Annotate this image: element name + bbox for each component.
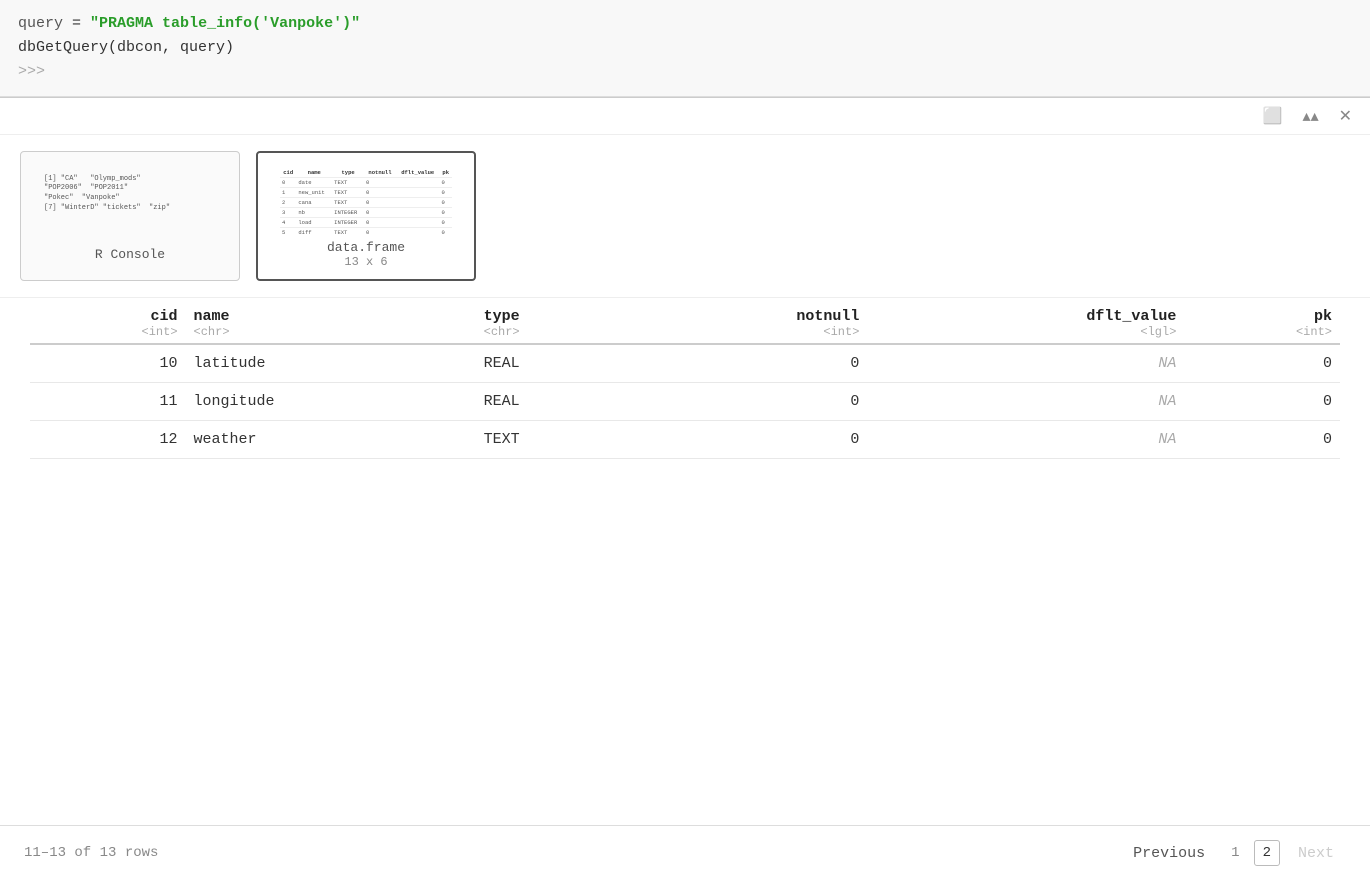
data-table-wrapper: cid <int> name <chr> type <chr> notnull … xyxy=(0,298,1370,825)
popout-button[interactable]: ⬜ xyxy=(1257,104,1289,128)
cell-type: TEXT xyxy=(476,421,632,459)
thumbnail-row: [1] "CA" "Olymp_mods" "POP2006" "POP2011… xyxy=(0,135,1370,298)
cell-pk: 0 xyxy=(1184,344,1340,383)
cell-cid: 12 xyxy=(30,421,186,459)
cell-name: weather xyxy=(186,421,476,459)
cell-dflt-value: NA xyxy=(867,344,1184,383)
thumbnail-dataframe[interactable]: cidnametypenotnulldflt_valuepk 0dateTEXT… xyxy=(256,151,476,281)
previous-button[interactable]: Previous xyxy=(1121,841,1217,866)
thumbnail-console-label: R Console xyxy=(95,247,165,262)
col-header-type: type <chr> xyxy=(476,298,632,344)
pagination-bar: 11–13 of 13 rows Previous 1 2 Next xyxy=(0,825,1370,880)
cell-cid: 11 xyxy=(30,383,186,421)
cell-notnull: 0 xyxy=(631,344,867,383)
cell-notnull: 0 xyxy=(631,421,867,459)
collapse-button[interactable]: ▴▴ xyxy=(1297,104,1325,128)
thumbnail-r-console[interactable]: [1] "CA" "Olymp_mods" "POP2006" "POP2011… xyxy=(20,151,240,281)
cell-cid: 10 xyxy=(30,344,186,383)
thumbnail-preview-console: [1] "CA" "Olymp_mods" "POP2006" "POP2011… xyxy=(40,171,220,241)
thumbnail-dataframe-sublabel: 13 x 6 xyxy=(344,255,387,269)
table-header-row: cid <int> name <chr> type <chr> notnull … xyxy=(30,298,1340,344)
cell-notnull: 0 xyxy=(631,383,867,421)
collapse-icon: ▴▴ xyxy=(1303,108,1319,125)
code-line-1: query = "PRAGMA table_info('Vanpoke')" xyxy=(18,12,1352,36)
cell-type: REAL xyxy=(476,383,632,421)
cell-dflt-value: NA xyxy=(867,421,1184,459)
cell-type: REAL xyxy=(476,344,632,383)
col-header-pk: pk <int> xyxy=(1184,298,1340,344)
code-query-string: "PRAGMA table_info('Vanpoke')" xyxy=(90,15,360,32)
pagination-controls: Previous 1 2 Next xyxy=(1121,840,1346,866)
cell-name: longitude xyxy=(186,383,476,421)
close-button[interactable]: ✕ xyxy=(1333,104,1358,128)
next-button[interactable]: Next xyxy=(1286,841,1346,866)
data-table: cid <int> name <chr> type <chr> notnull … xyxy=(30,298,1340,459)
page-2-button[interactable]: 2 xyxy=(1254,840,1280,866)
table-row: 12 weather TEXT 0 NA 0 xyxy=(30,421,1340,459)
col-header-cid: cid <int> xyxy=(30,298,186,344)
data-viewer: ⬜ ▴▴ ✕ [1] "CA" "Olymp_mods" "POP2006" "… xyxy=(0,97,1370,880)
col-header-name: name <chr> xyxy=(186,298,476,344)
code-area: query = "PRAGMA table_info('Vanpoke')" d… xyxy=(0,0,1370,97)
popout-icon: ⬜ xyxy=(1263,108,1283,125)
page-1-button[interactable]: 1 xyxy=(1223,841,1247,865)
code-line-2: dbGetQuery(dbcon, query) xyxy=(18,36,1352,60)
table-row: 10 latitude REAL 0 NA 0 xyxy=(30,344,1340,383)
close-icon: ✕ xyxy=(1339,108,1352,125)
row-count-label: 11–13 of 13 rows xyxy=(24,845,158,861)
cell-pk: 0 xyxy=(1184,421,1340,459)
code-query-var: query xyxy=(18,15,63,32)
col-header-dflt: dflt_value <lgl> xyxy=(867,298,1184,344)
table-row: 11 longitude REAL 0 NA 0 xyxy=(30,383,1340,421)
col-header-notnull: notnull <int> xyxy=(631,298,867,344)
thumbnail-preview-dataframe: cidnametypenotnulldflt_valuepk 0dateTEXT… xyxy=(276,164,456,234)
cell-name: latitude xyxy=(186,344,476,383)
cell-dflt-value: NA xyxy=(867,383,1184,421)
toolbar: ⬜ ▴▴ ✕ xyxy=(0,98,1370,135)
cell-pk: 0 xyxy=(1184,383,1340,421)
code-line-3: >>> xyxy=(18,60,1352,84)
code-fn-name: dbGetQuery xyxy=(18,39,108,56)
thumbnail-dataframe-label: data.frame xyxy=(327,240,405,255)
